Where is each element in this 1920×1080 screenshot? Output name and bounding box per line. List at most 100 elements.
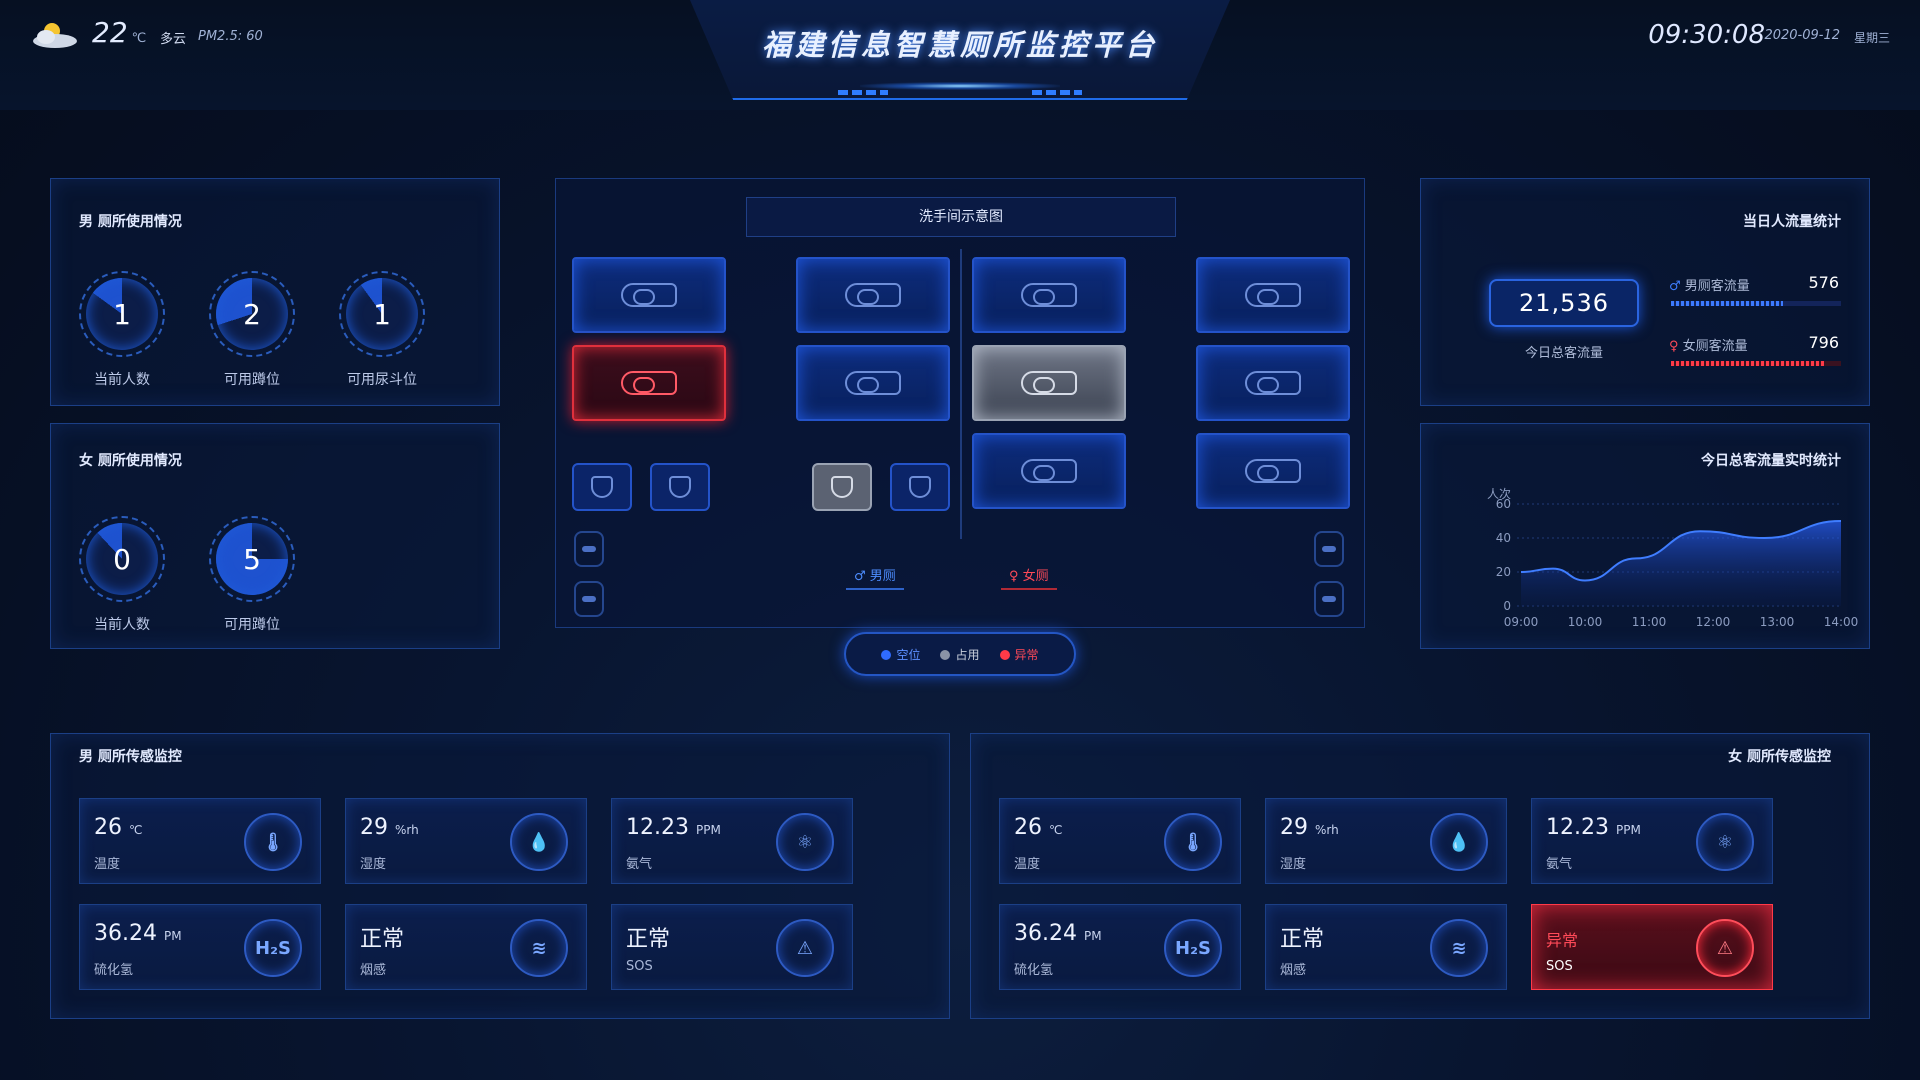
male-stall-1[interactable] bbox=[572, 257, 726, 333]
map-divider bbox=[960, 249, 962, 539]
x-tick-label: 09:00 bbox=[1504, 615, 1539, 629]
sensor-unit: PM bbox=[1083, 929, 1102, 943]
y-tick-label: 20 bbox=[1496, 565, 1511, 579]
map-title: 洗手间示意图 bbox=[746, 197, 1176, 237]
sink-icon bbox=[574, 531, 604, 567]
toilet-icon bbox=[1021, 459, 1077, 483]
page-title: 福建信息智慧厕所监控平台 bbox=[761, 28, 1158, 62]
sensor-value: 26 ℃ bbox=[94, 815, 143, 840]
urinal-icon bbox=[909, 476, 931, 498]
sensor-value: 29 %rh bbox=[1280, 815, 1339, 840]
sink-icon bbox=[574, 581, 604, 617]
toilet-icon bbox=[1245, 371, 1301, 395]
gauge-label: 当前人数 bbox=[94, 617, 150, 633]
clock-weekday: 星期三 bbox=[1853, 31, 1890, 45]
alarm-icon: ⚠ bbox=[1696, 919, 1754, 977]
female-sensor-title: 女 厕所传感监控 bbox=[1728, 749, 1831, 765]
sensor-label: 氨气 bbox=[626, 857, 653, 872]
female-stall-4[interactable] bbox=[1196, 257, 1350, 333]
sensor-card[interactable]: 正常 SOS ⚠ bbox=[611, 904, 853, 990]
gauge-value: 1 bbox=[346, 278, 418, 350]
sensor-label: 氨气 bbox=[1546, 857, 1573, 872]
flow-stats-panel: 当日人流量统计 21,536 今日总客流量 ♂ 男厕客流量 576 ♀ 女厕客流… bbox=[1420, 178, 1870, 406]
sensor-card[interactable]: 29 %rh 湿度 💧 bbox=[1265, 798, 1507, 884]
male-urinal-2[interactable] bbox=[650, 463, 710, 511]
male-urinal-1[interactable] bbox=[572, 463, 632, 511]
female-stall-3[interactable] bbox=[972, 433, 1126, 509]
thermometer-icon: 🌡 bbox=[1164, 813, 1222, 871]
molecule-icon: ⚛ bbox=[1696, 813, 1754, 871]
gauge-value: 1 bbox=[86, 278, 158, 350]
female-stall-6[interactable] bbox=[1196, 433, 1350, 509]
header-dash-left bbox=[838, 90, 888, 95]
realtime-chart-panel: 今日总客流量实时统计 人次 0 20 40 60 09:00 10:00 11:00 12:00… bbox=[1420, 423, 1870, 649]
male-flow-value: 576 bbox=[1808, 273, 1839, 292]
sensor-unit: ℃ bbox=[129, 823, 143, 837]
total-flow-label: 今日总客流量 bbox=[1524, 346, 1603, 361]
urinal-icon bbox=[669, 476, 691, 498]
x-tick-label: 13:00 bbox=[1760, 615, 1795, 629]
sensor-card[interactable]: 正常 烟感 ≋ bbox=[1265, 904, 1507, 990]
realtime-flow-chart: 人次020406009:00 10:00 11:00 12:00 13:00 14:00 bbox=[1487, 487, 1858, 629]
clock-date: 2020-09-12 bbox=[1764, 28, 1840, 43]
gauge-item: 1 当前人数 bbox=[79, 271, 177, 389]
male-urinal-4[interactable] bbox=[890, 463, 950, 511]
sensor-value: 正常 bbox=[626, 927, 671, 952]
total-flow-value: 21,536 bbox=[1489, 279, 1639, 327]
sensor-unit: PM bbox=[163, 929, 182, 943]
x-tick-label: 11:00 bbox=[1632, 615, 1667, 629]
urinal-icon bbox=[591, 476, 613, 498]
male-person-icon: ♂ bbox=[854, 569, 870, 584]
gauge-ring: 1 bbox=[339, 271, 425, 357]
female-stall-5[interactable] bbox=[1196, 345, 1350, 421]
sensor-card[interactable]: 12.23 PPM 氨气 ⚛ bbox=[611, 798, 853, 884]
legend-item: 占用 bbox=[940, 646, 980, 663]
sensor-card[interactable]: 29 %rh 湿度 💧 bbox=[345, 798, 587, 884]
sensor-card[interactable]: 36.24 PM 硫化氢 H₂S bbox=[999, 904, 1241, 990]
male-stall-3[interactable] bbox=[796, 257, 950, 333]
female-usage-panel: 女 厕所使用情况 0 当前人数 5 可用蹲位 bbox=[50, 423, 500, 649]
sensor-unit: PPM bbox=[695, 823, 721, 837]
male-urinal-3-occupied[interactable] bbox=[812, 463, 872, 511]
smoke-detector-icon: ≋ bbox=[1430, 919, 1488, 977]
male-sensor-title: 男 厕所传感监控 bbox=[79, 749, 182, 765]
female-stall-2-occupied[interactable] bbox=[972, 345, 1126, 421]
sensor-card[interactable]: 异常 SOS ⚠ bbox=[1531, 904, 1773, 990]
title-glow bbox=[860, 82, 1060, 90]
sensor-value: 36.24 PM bbox=[1014, 921, 1102, 946]
female-person-icon: ♀ bbox=[1009, 569, 1023, 584]
sensor-card[interactable]: 26 ℃ 温度 🌡 bbox=[79, 798, 321, 884]
status-legend: 空位 占用 异常 bbox=[844, 632, 1076, 676]
male-stall-2-abnormal[interactable] bbox=[572, 345, 726, 421]
male-flow-label: ♂ 男厕客流量 bbox=[1669, 279, 1750, 294]
toilet-icon bbox=[1021, 283, 1077, 307]
weather-cloudy-icon bbox=[33, 23, 77, 48]
legend-item: 空位 bbox=[881, 646, 920, 663]
gauge-label: 可用蹲位 bbox=[224, 372, 280, 388]
male-stall-4[interactable] bbox=[796, 345, 950, 421]
pm25-readout: PM2.5: 60 bbox=[198, 29, 263, 44]
gauge-item: 0 当前人数 bbox=[79, 516, 177, 634]
female-sensor-panel: 女 厕所传感监控 26 ℃ 温度 🌡 29 %rh 湿度 💧 12.23 PPM 氨气 ⚛ 36.… bbox=[970, 733, 1870, 1019]
sensor-label: 湿度 bbox=[1280, 857, 1307, 872]
sensor-label: 烟感 bbox=[360, 963, 387, 978]
gauge-ring: 2 bbox=[209, 271, 295, 357]
sensor-card[interactable]: 36.24 PM 硫化氢 H₂S bbox=[79, 904, 321, 990]
sensor-value: 正常 bbox=[360, 927, 405, 952]
smoke-detector-icon: ≋ bbox=[510, 919, 568, 977]
female-stall-1[interactable] bbox=[972, 257, 1126, 333]
sensor-card[interactable]: 正常 烟感 ≋ bbox=[345, 904, 587, 990]
sensor-value: 正常 bbox=[1280, 927, 1325, 952]
male-flow-bar bbox=[1671, 301, 1841, 306]
sensor-value: 29 %rh bbox=[360, 815, 419, 840]
alarm-icon: ⚠ bbox=[776, 919, 834, 977]
h2s-icon: H₂S bbox=[244, 919, 302, 977]
sensor-value: 26 ℃ bbox=[1014, 815, 1063, 840]
female-flow-value: 796 bbox=[1808, 333, 1839, 352]
sensor-value: 12.23 PPM bbox=[626, 815, 721, 840]
sensor-card[interactable]: 26 ℃ 温度 🌡 bbox=[999, 798, 1241, 884]
sensor-value: 12.23 PPM bbox=[1546, 815, 1641, 840]
gauge-ring: 0 bbox=[79, 516, 165, 602]
gauge-value: 5 bbox=[216, 523, 288, 595]
sensor-card[interactable]: 12.23 PPM 氨气 ⚛ bbox=[1531, 798, 1773, 884]
